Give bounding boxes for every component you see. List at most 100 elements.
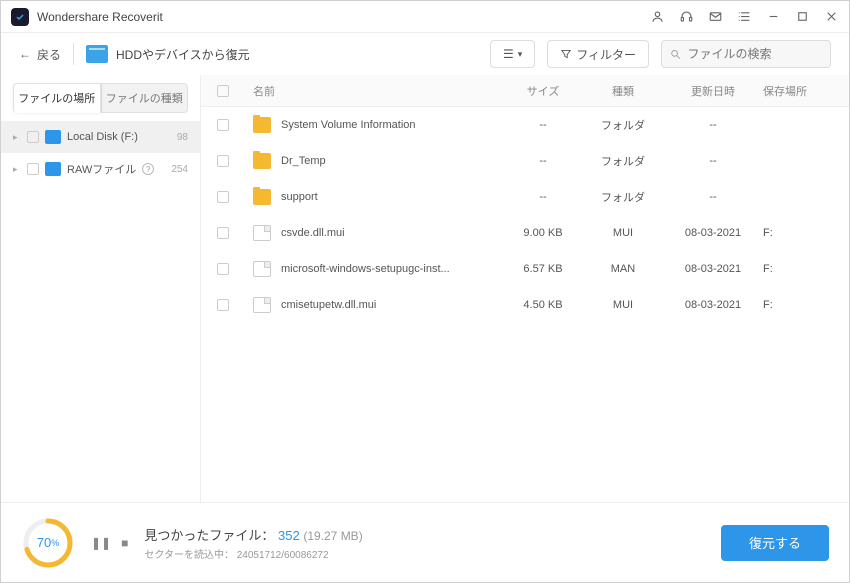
chevron-down-icon: ▾ bbox=[518, 49, 523, 60]
search-input[interactable] bbox=[688, 47, 823, 61]
file-size: -- bbox=[503, 119, 583, 131]
file-date: -- bbox=[663, 155, 763, 167]
back-button[interactable]: ← 戻る bbox=[19, 46, 61, 63]
col-type[interactable]: 種類 bbox=[583, 83, 663, 99]
stop-button[interactable]: ■ bbox=[121, 536, 128, 550]
tree-item[interactable]: ▸ RAWファイル ? 254 bbox=[1, 153, 200, 185]
file-date: -- bbox=[663, 191, 763, 203]
sector-label: セクターを読込中： bbox=[144, 550, 234, 561]
file-type: フォルダ bbox=[583, 189, 663, 205]
folder-icon bbox=[253, 153, 271, 169]
tree-label: RAWファイル bbox=[67, 161, 136, 177]
chevron-right-icon: ▸ bbox=[13, 132, 21, 143]
tree-label: Local Disk (F:) bbox=[67, 131, 138, 143]
view-menu-button[interactable]: ☰ ▾ bbox=[490, 40, 535, 68]
user-icon[interactable] bbox=[650, 9, 665, 24]
file-path: F: bbox=[763, 227, 833, 239]
row-checkbox[interactable] bbox=[217, 227, 229, 239]
file-type: フォルダ bbox=[583, 153, 663, 169]
file-size: -- bbox=[503, 155, 583, 167]
row-checkbox[interactable] bbox=[217, 299, 229, 311]
col-path[interactable]: 保存場所 bbox=[763, 83, 833, 99]
app-title: Wondershare Recoverit bbox=[37, 10, 650, 24]
row-checkbox[interactable] bbox=[217, 191, 229, 203]
list-lines-icon: ☰ bbox=[503, 47, 514, 61]
list-icon[interactable] bbox=[737, 9, 752, 24]
table-row[interactable]: csvde.dll.mui 9.00 KB MUI 08-03-2021 F: bbox=[201, 215, 849, 251]
found-size: (19.27 MB) bbox=[303, 529, 362, 543]
disk-icon bbox=[45, 162, 61, 176]
chevron-right-icon: ▸ bbox=[13, 164, 21, 175]
table-row[interactable]: cmisetupetw.dll.mui 4.50 KB MUI 08-03-20… bbox=[201, 287, 849, 323]
separator bbox=[73, 43, 74, 65]
file-path: F: bbox=[763, 299, 833, 311]
sector-value: 24051712/60086272 bbox=[237, 550, 329, 561]
row-checkbox[interactable] bbox=[217, 155, 229, 167]
filter-label: フィルター bbox=[576, 46, 636, 63]
file-type: MAN bbox=[583, 263, 663, 275]
found-count: 352 bbox=[278, 528, 300, 543]
search-box[interactable] bbox=[661, 40, 831, 68]
file-name: support bbox=[281, 191, 318, 203]
file-date: 08-03-2021 bbox=[663, 299, 763, 311]
file-name: Dr_Temp bbox=[281, 155, 326, 167]
file-name: microsoft-windows-setupugc-inst... bbox=[281, 263, 450, 275]
tree-count: 254 bbox=[171, 164, 188, 175]
back-label: 戻る bbox=[37, 46, 61, 63]
file-name: csvde.dll.mui bbox=[281, 227, 345, 239]
found-label: 見つかったファイル： bbox=[144, 528, 274, 543]
mail-icon[interactable] bbox=[708, 9, 723, 24]
toolbar: ← 戻る HDDやデバイスから復元 ☰ ▾ フィルター bbox=[1, 33, 849, 75]
file-type: MUI bbox=[583, 299, 663, 311]
table-header: 名前 サイズ 種類 更新日時 保存場所 bbox=[201, 75, 849, 107]
file-list: 名前 サイズ 種類 更新日時 保存場所 System Volume Inform… bbox=[201, 75, 849, 502]
recover-button[interactable]: 復元する bbox=[721, 525, 829, 561]
file-size: 4.50 KB bbox=[503, 299, 583, 311]
file-date: -- bbox=[663, 119, 763, 131]
file-size: 6.57 KB bbox=[503, 263, 583, 275]
file-size: -- bbox=[503, 191, 583, 203]
table-row[interactable]: Dr_Temp -- フォルダ -- bbox=[201, 143, 849, 179]
folder-icon bbox=[253, 117, 271, 133]
minimize-icon[interactable] bbox=[766, 9, 781, 24]
sidebar: ファイルの場所 ファイルの種類 ▸ Local Disk (F:) 98▸ RA… bbox=[1, 75, 201, 502]
file-type: フォルダ bbox=[583, 117, 663, 133]
row-checkbox[interactable] bbox=[217, 263, 229, 275]
tree-count: 98 bbox=[177, 132, 188, 143]
progress-pct: 70 bbox=[37, 535, 51, 550]
col-size[interactable]: サイズ bbox=[503, 83, 583, 99]
checkbox[interactable] bbox=[27, 163, 39, 175]
folder-icon bbox=[253, 189, 271, 205]
checkbox[interactable] bbox=[27, 131, 39, 143]
file-type: MUI bbox=[583, 227, 663, 239]
help-icon[interactable]: ? bbox=[142, 163, 154, 175]
headset-icon[interactable] bbox=[679, 9, 694, 24]
select-all-checkbox[interactable] bbox=[217, 85, 229, 97]
tree-item[interactable]: ▸ Local Disk (F:) 98 bbox=[1, 121, 200, 153]
col-date[interactable]: 更新日時 bbox=[663, 83, 763, 99]
filter-button[interactable]: フィルター bbox=[547, 40, 649, 68]
progress-ring: 70% bbox=[21, 516, 75, 570]
footer: 70% ❚❚ ■ 見つかったファイル： 352 (19.27 MB) セクターを… bbox=[1, 502, 849, 582]
location-text: HDDやデバイスから復元 bbox=[116, 46, 250, 63]
close-icon[interactable] bbox=[824, 9, 839, 24]
arrow-left-icon: ← bbox=[19, 47, 31, 61]
col-name[interactable]: 名前 bbox=[249, 83, 503, 99]
file-size: 9.00 KB bbox=[503, 227, 583, 239]
file-path: F: bbox=[763, 263, 833, 275]
tab-file-type[interactable]: ファイルの種類 bbox=[101, 83, 189, 113]
table-row[interactable]: support -- フォルダ -- bbox=[201, 179, 849, 215]
row-checkbox[interactable] bbox=[217, 119, 229, 131]
tab-file-location[interactable]: ファイルの場所 bbox=[13, 83, 101, 113]
file-date: 08-03-2021 bbox=[663, 263, 763, 275]
pause-button[interactable]: ❚❚ bbox=[91, 536, 111, 550]
filter-icon bbox=[560, 48, 572, 60]
table-row[interactable]: System Volume Information -- フォルダ -- bbox=[201, 107, 849, 143]
file-icon bbox=[253, 225, 271, 241]
file-date: 08-03-2021 bbox=[663, 227, 763, 239]
maximize-icon[interactable] bbox=[795, 9, 810, 24]
file-name: cmisetupetw.dll.mui bbox=[281, 299, 376, 311]
table-row[interactable]: microsoft-windows-setupugc-inst... 6.57 … bbox=[201, 251, 849, 287]
disk-icon bbox=[45, 130, 61, 144]
search-icon bbox=[670, 48, 682, 61]
